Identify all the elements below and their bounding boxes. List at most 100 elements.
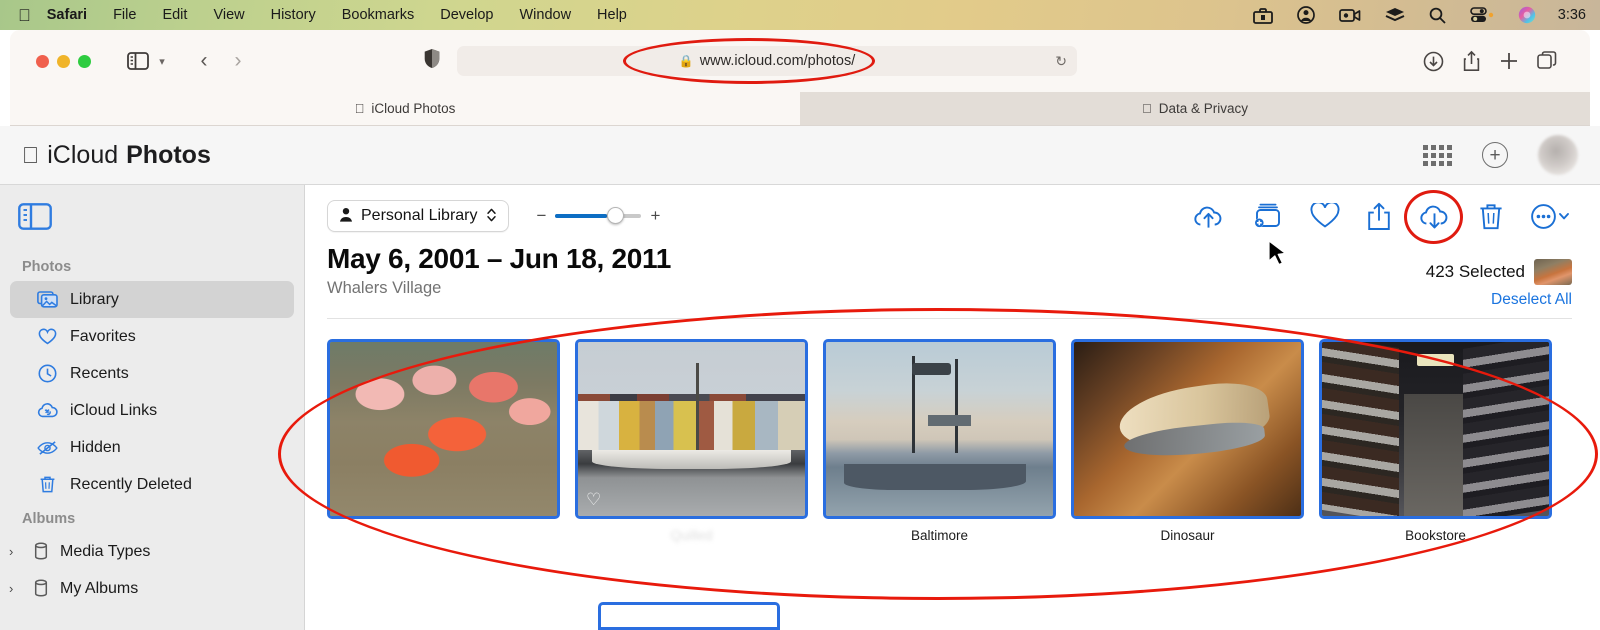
apple-menu-icon[interactable]:  — [18, 7, 31, 24]
window-controls[interactable] — [36, 55, 91, 68]
ellipsis-icon[interactable] — [1530, 203, 1572, 230]
photo-detail-aisle — [1404, 394, 1463, 516]
privacy-shield-icon[interactable] — [423, 48, 441, 74]
menu-item-bookmarks[interactable]: Bookmarks — [342, 7, 415, 23]
sidebar-section-albums: Albums — [0, 503, 304, 533]
photo-cell[interactable]: Dinosaur — [1071, 339, 1304, 543]
user-account-icon[interactable] — [1297, 6, 1315, 24]
lock-icon: 🔒 — [679, 54, 694, 68]
close-button[interactable] — [36, 55, 49, 68]
sidebar-item-media-types[interactable]: › Media Types — [10, 533, 294, 570]
photo-thumbnail-bookstore[interactable] — [1319, 339, 1552, 519]
sidebar-item-my-albums[interactable]: › My Albums — [10, 570, 294, 607]
chevron-right-icon[interactable]: › — [9, 581, 19, 596]
app-grid-icon[interactable] — [1423, 145, 1452, 166]
menu-item-edit[interactable]: Edit — [162, 7, 187, 23]
brand-icloud: iCloud — [47, 141, 118, 170]
trash-icon[interactable] — [1478, 202, 1504, 231]
photo-cell[interactable]: Baltimore — [823, 339, 1056, 543]
app-header:  iCloud Photos + — [0, 126, 1600, 185]
apple-favicon-icon:  — [1142, 101, 1152, 116]
search-icon[interactable] — [1429, 7, 1446, 24]
photo-thumbnail-partial[interactable] — [598, 602, 780, 630]
zoom-slider[interactable] — [555, 214, 641, 218]
new-tab-icon[interactable] — [1499, 51, 1519, 71]
photo-grid: ♡ Quilled Baltimore — [327, 319, 1600, 543]
photo-image — [578, 342, 805, 516]
menu-item-develop[interactable]: Develop — [440, 7, 493, 23]
tab-label: Data & Privacy — [1159, 101, 1248, 116]
sidebar-item-icloud-links[interactable]: iCloud Links — [10, 392, 294, 429]
zoom-button[interactable] — [78, 55, 91, 68]
sidebar-item-library[interactable]: Library — [10, 281, 294, 318]
sidebar-item-favorites[interactable]: Favorites — [10, 318, 294, 355]
menu-item-help[interactable]: Help — [597, 7, 627, 23]
sidebar-item-label: Recently Deleted — [70, 476, 192, 494]
back-button[interactable]: ‹ — [187, 49, 221, 73]
sidebar-item-hidden[interactable]: Hidden — [10, 429, 294, 466]
selection-status: 423 Selected Deselect All — [1426, 243, 1600, 309]
cloud-download-icon[interactable] — [1418, 203, 1452, 230]
photo-thumbnail-baltimore[interactable] — [823, 339, 1056, 519]
favorite-heart-icon[interactable]: ♡ — [586, 490, 601, 510]
cloud-upload-icon[interactable] — [1192, 203, 1226, 230]
heart-icon[interactable] — [1310, 203, 1340, 229]
photo-caption: Bookstore — [1319, 528, 1552, 543]
tab-icloud-photos[interactable]:  iCloud Photos — [10, 92, 800, 126]
chevron-down-icon[interactable]: ▾ — [153, 55, 171, 68]
add-icon[interactable]: + — [1482, 142, 1508, 168]
control-center-icon[interactable] — [1470, 7, 1494, 23]
minimize-button[interactable] — [57, 55, 70, 68]
brand-photos: Photos — [126, 141, 211, 170]
screen-record-icon[interactable] — [1339, 8, 1361, 23]
sidebar: Photos Library Favorites Recents — [0, 185, 305, 630]
cloud-link-icon — [37, 403, 58, 419]
share-icon[interactable] — [1366, 202, 1392, 231]
zoom-slider-knob[interactable] — [607, 207, 624, 224]
photo-cell[interactable]: ♡ Quilled — [575, 339, 808, 543]
add-to-album-icon[interactable] — [1252, 203, 1284, 230]
forward-button[interactable]: › — [221, 49, 255, 73]
icloud-photos-app:  iCloud Photos + Photos Library — [0, 126, 1600, 630]
sidebar-item-label: Favorites — [70, 328, 136, 346]
menu-item-history[interactable]: History — [271, 7, 316, 23]
sidebar-item-recently-deleted[interactable]: Recently Deleted — [10, 466, 294, 503]
toolbox-icon[interactable] — [1253, 7, 1273, 24]
photo-detail-shelf-left — [1322, 339, 1399, 519]
main-content: Personal Library − + — [305, 185, 1600, 630]
downloads-icon[interactable] — [1423, 51, 1444, 72]
sidebar-item-recents[interactable]: Recents — [10, 355, 294, 392]
selection-count: 423 Selected — [1426, 262, 1525, 282]
photo-thumbnail-nyhavn[interactable]: ♡ — [575, 339, 808, 519]
tab-overview-icon[interactable] — [1537, 51, 1558, 71]
photo-thumbnail-flamingos[interactable] — [327, 339, 560, 519]
zoom-out-button[interactable]: − — [537, 206, 547, 226]
menu-bar-clock[interactable]: 3:36 — [1558, 7, 1586, 23]
stack-icon[interactable] — [1385, 7, 1405, 23]
deselect-all-button[interactable]: Deselect All — [1426, 291, 1572, 309]
photo-detail-houses — [578, 401, 805, 450]
album-icon — [30, 579, 51, 598]
app-header-actions: + — [1423, 135, 1578, 175]
sidebar-toggle-icon[interactable] — [123, 47, 153, 75]
tab-data-privacy[interactable]:  Data & Privacy — [800, 92, 1590, 126]
siri-icon[interactable] — [1518, 6, 1536, 24]
address-bar-container: 🔒 www.icloud.com/photos/ ↻ — [457, 46, 1077, 76]
chevron-right-icon[interactable]: › — [9, 544, 19, 559]
photo-cell[interactable]: Bookstore — [1319, 339, 1552, 543]
photo-thumbnail-dinosaur[interactable] — [1071, 339, 1304, 519]
sidebar-collapse-icon[interactable] — [0, 195, 304, 251]
photo-image — [826, 342, 1053, 516]
library-selector[interactable]: Personal Library — [327, 200, 509, 232]
photo-cell[interactable] — [327, 339, 560, 543]
chevron-updown-icon — [486, 207, 497, 226]
menu-item-file[interactable]: File — [113, 7, 136, 23]
reload-icon[interactable]: ↻ — [1055, 53, 1067, 70]
address-bar[interactable]: 🔒 www.icloud.com/photos/ ↻ — [457, 46, 1077, 76]
zoom-in-button[interactable]: + — [650, 206, 660, 226]
menu-item-view[interactable]: View — [213, 7, 244, 23]
avatar[interactable] — [1538, 135, 1578, 175]
menu-item-safari[interactable]: Safari — [47, 7, 87, 23]
share-icon[interactable] — [1462, 50, 1481, 72]
menu-item-window[interactable]: Window — [519, 7, 571, 23]
